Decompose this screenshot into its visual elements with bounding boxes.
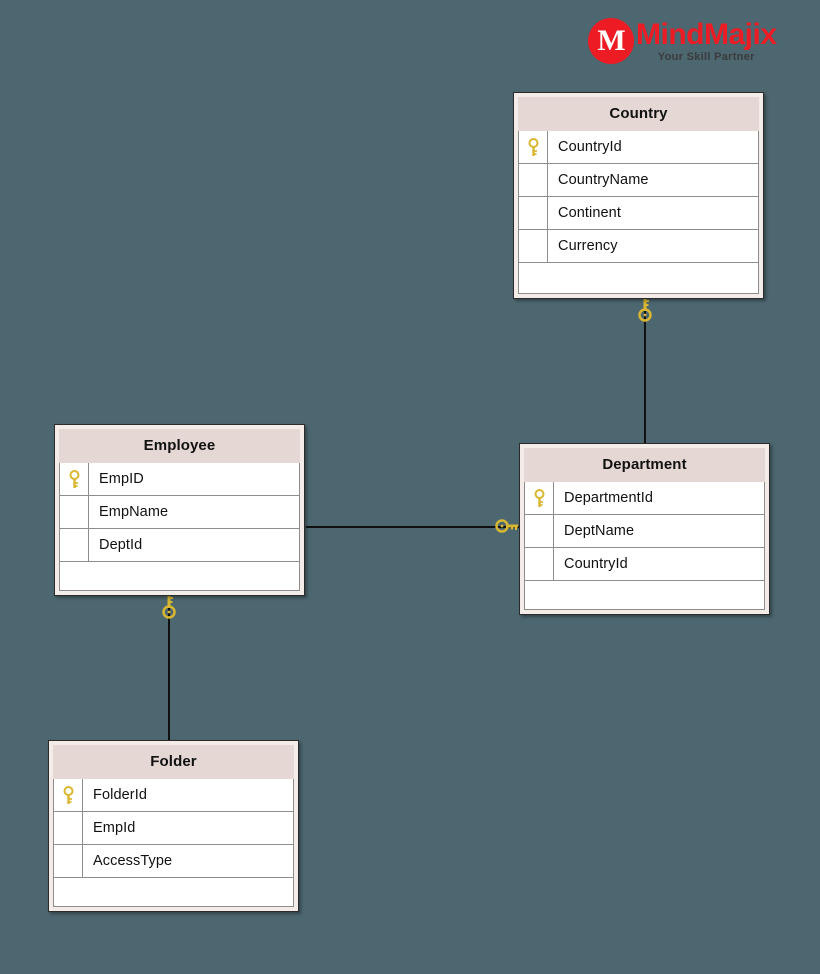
attribute-name: DeptName <box>564 523 635 539</box>
entity-country-attributes: CountryId CountryName Continent Currency <box>518 131 759 294</box>
key-marker-employee-department-icon <box>495 519 518 533</box>
entity-department[interactable]: Department DepartmentId DeptName Country… <box>519 443 770 615</box>
entity-folder[interactable]: Folder FolderId EmpId AccessType <box>48 740 299 912</box>
attribute-row[interactable]: DeptId <box>60 529 299 562</box>
attribute-name: EmpId <box>93 820 136 836</box>
primary-key-cell <box>54 845 83 877</box>
attribute-row[interactable]: AccessType <box>54 845 293 878</box>
primary-key-cell <box>519 230 548 262</box>
primary-key-cell <box>519 164 548 196</box>
attribute-name: EmpName <box>99 504 169 520</box>
attribute-name: EmpID <box>99 471 144 487</box>
entity-empty-row <box>54 878 293 906</box>
attribute-name: DepartmentId <box>564 490 654 506</box>
entity-department-attributes: DepartmentId DeptName CountryId <box>524 482 765 610</box>
er-diagram-canvas: M MindMajix Your Skill Partner Country C… <box>0 0 820 974</box>
attribute-row[interactable]: CountryId <box>519 131 758 164</box>
attribute-row[interactable]: EmpId <box>54 812 293 845</box>
entity-empty-row <box>519 263 758 293</box>
entity-folder-attributes: FolderId EmpId AccessType <box>53 779 294 907</box>
primary-key-cell <box>60 463 89 495</box>
entity-empty-row <box>60 562 299 590</box>
connector-employee-department <box>306 526 521 528</box>
mindmajix-logo: M MindMajix Your Skill Partner <box>588 18 777 64</box>
primary-key-cell <box>519 131 548 163</box>
attribute-row[interactable]: EmpName <box>60 496 299 529</box>
key-icon <box>534 488 544 507</box>
primary-key-cell <box>525 482 554 514</box>
attribute-row[interactable]: CountryId <box>525 548 764 581</box>
entity-country-title: Country <box>518 97 759 131</box>
attribute-row[interactable]: FolderId <box>54 779 293 812</box>
attribute-name: CountryName <box>558 172 649 188</box>
attribute-name: Currency <box>558 238 618 254</box>
entity-department-title: Department <box>524 448 765 482</box>
attribute-row[interactable]: DepartmentId <box>525 482 764 515</box>
attribute-row[interactable]: CountryName <box>519 164 758 197</box>
attribute-name: DeptId <box>99 537 143 553</box>
attribute-row[interactable]: EmpID <box>60 463 299 496</box>
primary-key-cell <box>60 529 89 561</box>
entity-employee[interactable]: Employee EmpID EmpName DeptId <box>54 424 305 596</box>
key-icon <box>69 469 79 488</box>
logo-circle-icon: M <box>588 18 634 64</box>
key-marker-employee-folder-icon <box>162 596 176 619</box>
key-marker-country-department-icon <box>638 299 652 322</box>
key-icon <box>528 137 538 156</box>
key-icon <box>63 785 73 804</box>
attribute-row[interactable]: Currency <box>519 230 758 263</box>
logo-tagline: Your Skill Partner <box>657 50 755 63</box>
entity-folder-title: Folder <box>53 745 294 779</box>
primary-key-cell <box>519 197 548 229</box>
primary-key-cell <box>525 548 554 580</box>
primary-key-cell <box>54 812 83 844</box>
attribute-name: AccessType <box>93 853 173 869</box>
primary-key-cell <box>525 515 554 547</box>
entity-employee-title: Employee <box>59 429 300 463</box>
primary-key-cell <box>54 779 83 811</box>
logo-wordmark: MindMajix <box>636 17 777 51</box>
attribute-name: FolderId <box>93 787 147 803</box>
logo-m-letter: M <box>597 24 625 57</box>
entity-empty-row <box>525 581 764 609</box>
attribute-row[interactable]: Continent <box>519 197 758 230</box>
attribute-name: Continent <box>558 205 621 221</box>
attribute-name: CountryId <box>564 556 628 572</box>
attribute-row[interactable]: DeptName <box>525 515 764 548</box>
primary-key-cell <box>60 496 89 528</box>
attribute-name: CountryId <box>558 139 622 155</box>
entity-country[interactable]: Country CountryId CountryName Continent … <box>513 92 764 299</box>
entity-employee-attributes: EmpID EmpName DeptId <box>59 463 300 591</box>
